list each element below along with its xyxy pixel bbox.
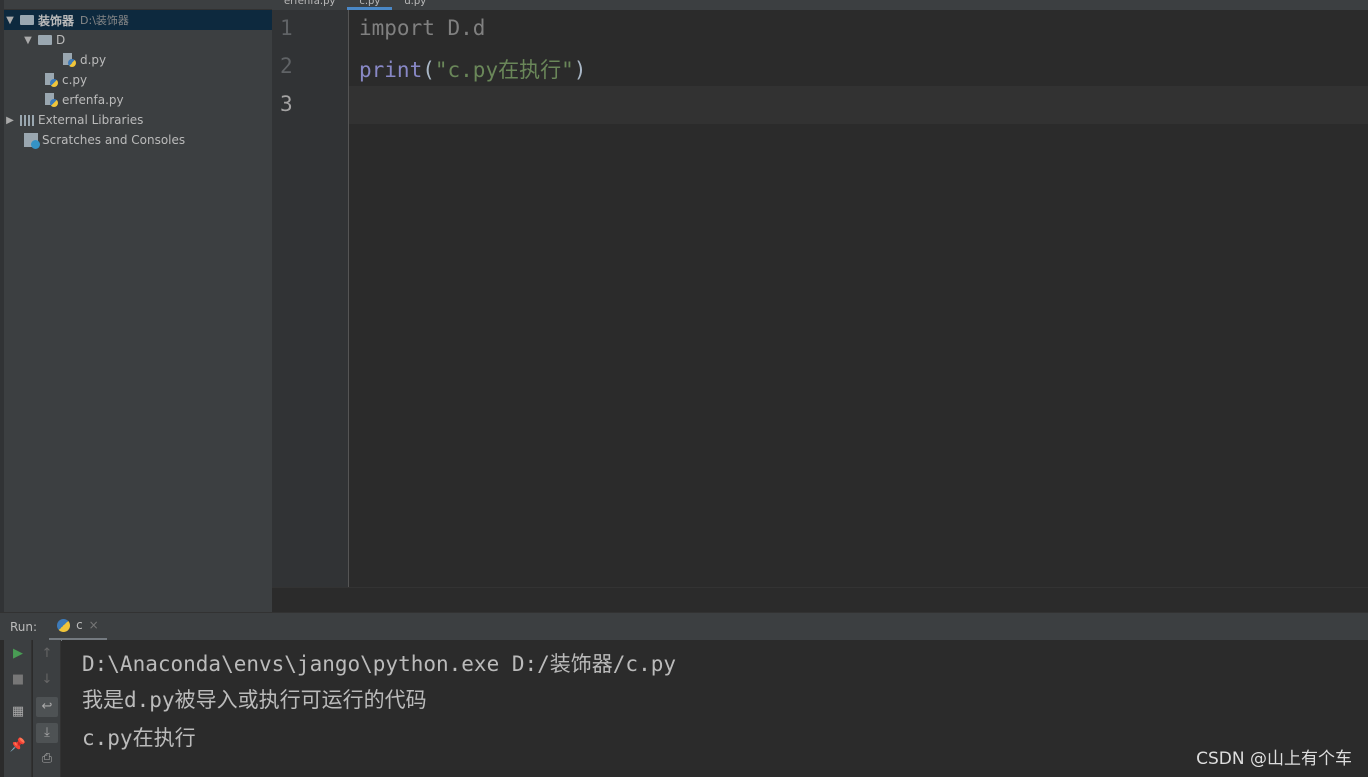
stop-icon[interactable]: ■ bbox=[7, 670, 29, 690]
tab-d[interactable]: d.py bbox=[392, 0, 438, 10]
line-number: 2 bbox=[280, 54, 293, 78]
root-label: 装饰器 bbox=[38, 13, 75, 28]
arrow-down-icon[interactable]: ↓ bbox=[36, 670, 58, 690]
paren: ) bbox=[573, 58, 587, 82]
tree-folder-d[interactable]: ▼ D bbox=[4, 30, 272, 50]
tree-root[interactable]: ▼ 装饰器 D:\装饰器 bbox=[4, 10, 272, 30]
python-file-icon bbox=[44, 73, 58, 87]
run-tab-c[interactable]: c × bbox=[49, 613, 107, 641]
console-line: c.py在执行 bbox=[82, 726, 196, 750]
root-path: D:\装饰器 bbox=[80, 14, 129, 27]
tree-external-libraries[interactable]: ▶ External Libraries bbox=[4, 110, 272, 130]
project-toolbar bbox=[4, 0, 272, 10]
python-icon bbox=[57, 618, 71, 632]
paren: ( bbox=[422, 58, 435, 82]
code-line-2: print("c.py在执行") bbox=[359, 54, 586, 84]
line-number: 1 bbox=[280, 16, 293, 40]
run-tab-label: c bbox=[76, 618, 83, 632]
current-line-highlight bbox=[349, 86, 1368, 124]
layout-icon[interactable]: ▦ bbox=[7, 702, 29, 722]
expand-arrow-icon[interactable]: ▼ bbox=[4, 15, 16, 26]
console-line: 我是d.py被导入或执行可运行的代码 bbox=[82, 688, 427, 712]
tab-erfenfa[interactable]: erfenfa.py bbox=[272, 0, 347, 10]
run-actions: ▶ ■ ▦ 📌 bbox=[4, 640, 32, 777]
expand-arrow-icon[interactable]: ▼ bbox=[22, 35, 34, 46]
library-icon bbox=[20, 114, 34, 126]
project-panel: ▼ 装饰器 D:\装饰器 ▼ D d.py c.py erfenfa.py ▶ Exte… bbox=[0, 0, 272, 612]
console-output[interactable]: D:\Anaconda\envs\jango\python.exe D:/装饰器… bbox=[62, 640, 1368, 777]
item-label: c.py bbox=[62, 73, 88, 87]
console-line: D:\Anaconda\envs\jango\python.exe D:/装饰器… bbox=[82, 652, 677, 676]
python-file-icon bbox=[44, 93, 58, 107]
item-label: D bbox=[56, 33, 66, 47]
arrow-up-icon[interactable]: ↑ bbox=[36, 644, 58, 664]
close-icon[interactable]: × bbox=[89, 618, 99, 632]
line-number: 3 bbox=[280, 92, 293, 116]
console-actions: ↑ ↓ ↩ ⤓ ⎙ bbox=[33, 640, 61, 777]
item-label: Scratches and Consoles bbox=[42, 133, 186, 147]
run-label: Run: bbox=[10, 619, 38, 634]
horizontal-scrollbar[interactable] bbox=[272, 587, 1368, 612]
scratches-icon bbox=[24, 133, 40, 149]
pin-icon[interactable]: 📌 bbox=[7, 736, 29, 756]
folder-icon bbox=[20, 15, 34, 25]
folder-icon bbox=[38, 35, 52, 45]
item-label: d.py bbox=[80, 53, 107, 67]
scroll-to-end-icon[interactable]: ⤓ bbox=[36, 723, 58, 743]
code-line-1: import D.d bbox=[359, 16, 486, 40]
print-icon[interactable]: ⎙ bbox=[36, 749, 58, 769]
line-gutter: 1 2 3 bbox=[272, 10, 349, 587]
soft-wrap-icon[interactable]: ↩ bbox=[36, 697, 58, 717]
tree-file-d[interactable]: d.py bbox=[4, 50, 272, 70]
run-icon[interactable]: ▶ bbox=[7, 644, 29, 664]
tree-file-erfenfa[interactable]: erfenfa.py bbox=[4, 90, 272, 110]
item-label: External Libraries bbox=[38, 113, 144, 127]
code-editor[interactable]: import D.d print("c.py在执行") bbox=[349, 10, 1368, 587]
run-toolbar: Run: c × bbox=[0, 612, 1368, 641]
tree-scratches[interactable]: Scratches and Consoles bbox=[4, 130, 272, 150]
editor-tabs: erfenfa.py c.py d.py bbox=[272, 0, 1368, 10]
watermark: CSDN @山上有个车 bbox=[1196, 749, 1352, 769]
item-label: erfenfa.py bbox=[62, 93, 124, 107]
tree-file-c[interactable]: c.py bbox=[4, 70, 272, 90]
tab-c[interactable]: c.py bbox=[347, 0, 393, 10]
function-name: print bbox=[359, 58, 423, 82]
python-file-icon bbox=[62, 53, 76, 67]
string-literal: "c.py在执行" bbox=[434, 58, 574, 82]
expand-arrow-icon[interactable]: ▶ bbox=[4, 115, 16, 126]
